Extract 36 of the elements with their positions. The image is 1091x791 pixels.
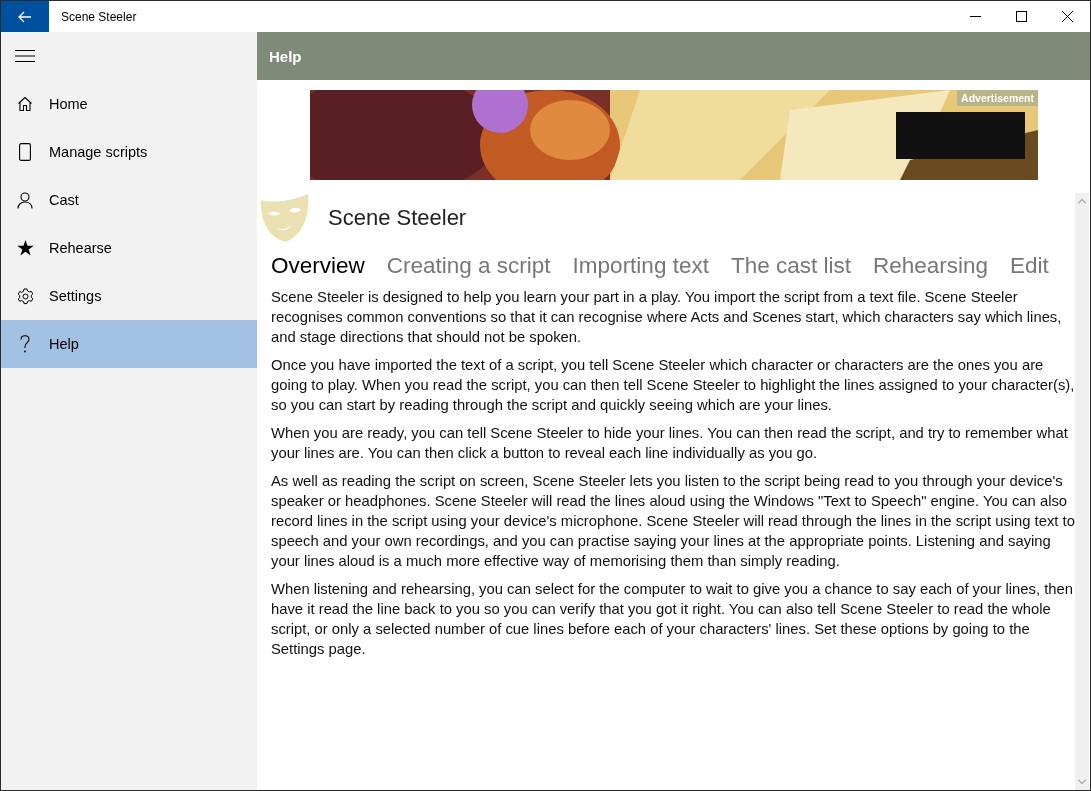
page-title: Help [269,47,302,65]
close-icon [1061,11,1073,22]
nav-item[interactable]: Home [1,80,257,128]
paragraph: As well as reading the script on screen, Scene Steeler lets you listen to the script being read to you through your device's speaker or headphones. Scene Steeler will read the lines aloud using the Windows "Text to Speech" engine. You can also record lines in the script using your device's microphone. Scene Steeler will read through the lines in the script using text to speech and your own recordings, and you can practise saying your lines at the appropriate points. Listening and saying your lines aloud is a much more effective way of memorising them than simply reading. [271,472,1075,571]
back-arrow-icon [18,10,32,23]
question-icon [20,335,30,353]
back-button[interactable] [1,1,49,32]
person-icon [17,191,33,209]
ad-label: Advertisement [957,90,1038,106]
nav-item[interactable]: Rehearse [1,224,257,272]
tab[interactable]: Importing text [572,253,709,279]
menu-icon [15,50,35,62]
nav-item[interactable]: Settings [1,272,257,320]
page-icon [19,143,31,161]
paragraph: When you are ready, you can tell Scene Steeler to hide your lines. You can then read the script, and try to remember what your lines are. You can then click a button to reveal each line individually as you go. [271,424,1069,463]
scroll-up-icon[interactable] [1078,199,1086,204]
window-title: Scene Steeler [61,9,138,24]
star-icon [16,240,34,256]
tab[interactable]: Overview [271,253,365,279]
paragraph: Scene Steeler is designed to help you learn your part in a play. You import the script from a text file. Scene Steeler recognises common conventions so that it can recognise where Acts and Scenes start, which characters say which lines, and stage directions that should not be spoken. [271,288,1063,347]
tab[interactable]: The cast list [730,253,851,279]
settings-icon [16,287,34,305]
paragraph: When listening and rehearsing, you can select for the computer to wait to give you a chance to say each of your lines, then have it read the line back to you so you can verify that you got it right. You can also tell Scene Steeler to read the whole script, or only a selected number of cue lines before each of your characters' lines. Set these options by going to the Settings page. [271,580,1074,659]
nav-item[interactable]: Help [1,320,257,368]
paragraph: Once you have imported the text of a script, you tell Scene Steeler which character or characters are the ones you are going to play. When you read the script, you can then tell Scene Steeler to highlight the lines assigned to your character(s), so you can start by reading through the script and quickly seeing which are your lines. [271,356,1075,415]
mask-icon [260,194,310,242]
tab[interactable]: Rehearsing [872,253,989,279]
tab[interactable]: Edit [1010,253,1049,279]
scrollbar[interactable] [1075,193,1089,790]
nav-item[interactable]: Cast [1,176,257,224]
home-icon [17,96,33,112]
maximize-icon [1015,11,1027,22]
app-title: Scene Steeler [328,205,467,231]
scroll-down-icon[interactable] [1078,779,1086,784]
tab[interactable]: Creating a script [386,253,551,279]
nav-item[interactable]: Manage scripts [1,128,257,176]
